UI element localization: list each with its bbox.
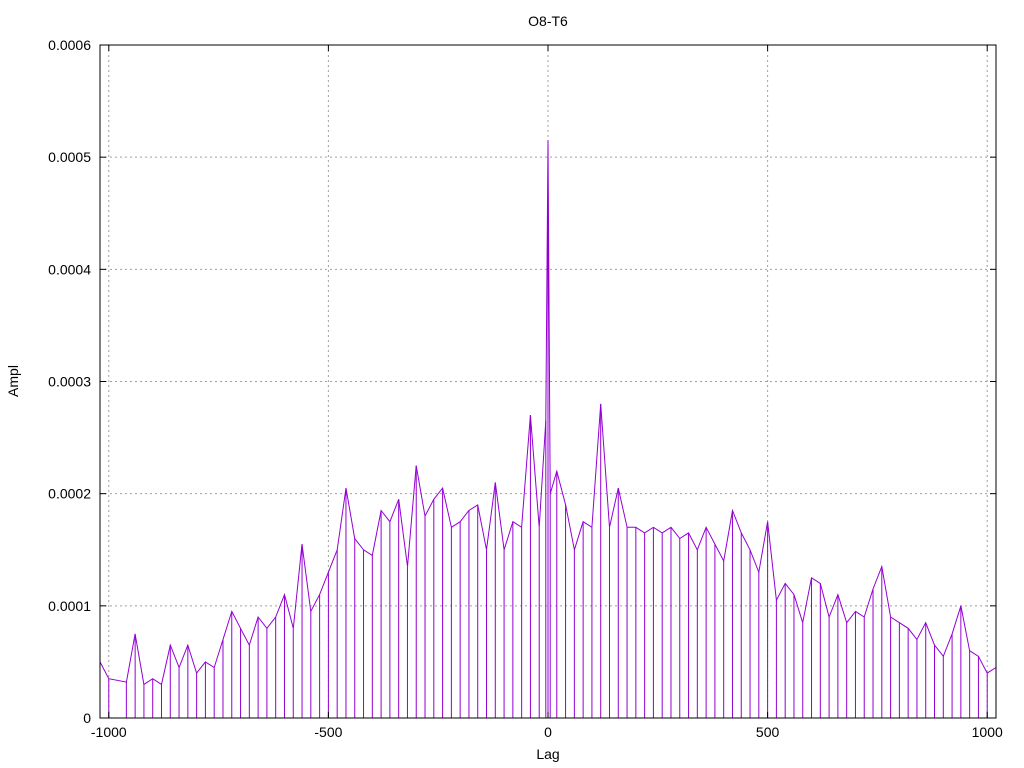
x-tick-label: 500 — [756, 724, 780, 740]
y-axis-label: Ampl — [5, 365, 21, 397]
x-ticks: -1000 -500 0 500 1000 — [91, 45, 1003, 740]
y-tick-label: 0.0003 — [48, 374, 91, 390]
x-axis-label: Lag — [536, 746, 559, 762]
x-tick-label: 0 — [544, 724, 552, 740]
chart-title: O8-T6 — [528, 13, 568, 29]
y-tick-label: 0.0002 — [48, 486, 91, 502]
y-tick-label: 0.0004 — [48, 261, 91, 277]
y-tick-label: 0 — [83, 710, 91, 726]
x-tick-label: -1000 — [91, 724, 127, 740]
x-tick-label: 1000 — [972, 724, 1003, 740]
y-tick-label: 0.0001 — [48, 598, 91, 614]
y-tick-label: 0.0005 — [48, 149, 91, 165]
chart-svg: O8-T6 -1000 -500 0 500 1000 0 0.0001 0.0002 0.0… — [5, 13, 1003, 762]
y-tick-label: 0.0006 — [48, 37, 91, 53]
data-series — [99, 140, 997, 718]
x-tick-label: -500 — [314, 724, 342, 740]
